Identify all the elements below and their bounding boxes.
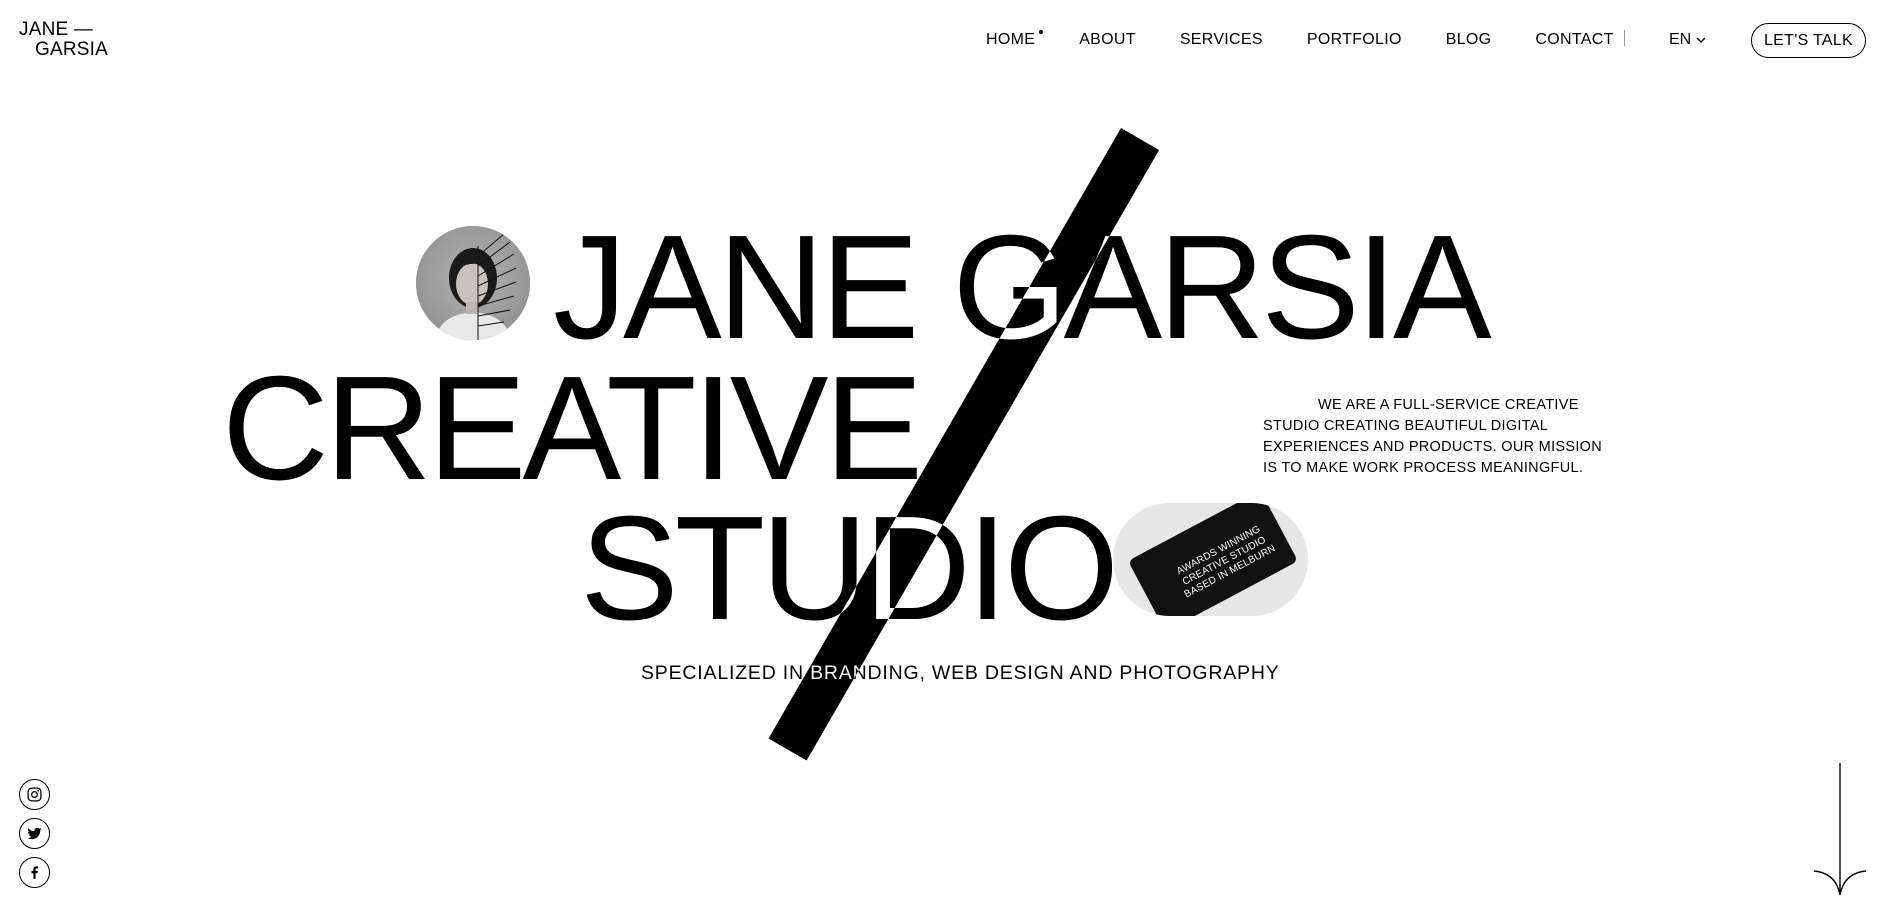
intro-paragraph: WE ARE A FULL-SERVICE CREATIVE STUDIO CR… xyxy=(1263,396,1603,476)
nav-item-about[interactable]: ABOUT xyxy=(1079,31,1136,49)
nav-item-contact[interactable]: CONTACT xyxy=(1535,31,1613,49)
hero-title-line-2: CREATIVE xyxy=(222,346,923,511)
card-text: AWARDS WINNING CREATIVE STUDIO BASED IN … xyxy=(1168,520,1282,603)
chevron-down-icon xyxy=(1696,37,1706,43)
instagram-icon xyxy=(27,787,42,802)
nav-item-services[interactable]: SERVICES xyxy=(1180,31,1263,49)
logo-line-2: GARSIA xyxy=(35,39,108,60)
instagram-link[interactable] xyxy=(19,779,50,810)
scroll-down-arrow[interactable] xyxy=(1812,763,1868,898)
lets-talk-button[interactable]: LET'S TALK xyxy=(1751,23,1866,58)
tagline: SPECIALIZED IN BRANDING, WEB DESIGN AND … xyxy=(641,662,1280,684)
logo[interactable]: JANE — GARSIA xyxy=(19,20,108,60)
nav-item-home[interactable]: HOME xyxy=(986,30,1044,49)
facebook-link[interactable] xyxy=(19,857,50,888)
arrow-down-icon xyxy=(1813,763,1867,896)
nav-item-blog[interactable]: BLOG xyxy=(1446,31,1492,49)
twitter-link[interactable] xyxy=(19,818,50,849)
facebook-icon xyxy=(31,866,38,879)
card-mockup: AWARDS WINNING CREATIVE STUDIO BASED IN … xyxy=(1128,503,1298,616)
nav-divider xyxy=(1624,30,1625,46)
main-nav: HOME ABOUT SERVICES PORTFOLIO BLOG CONTA… xyxy=(986,30,1658,49)
twitter-icon xyxy=(27,827,42,840)
nav-item-portfolio[interactable]: PORTFOLIO xyxy=(1307,31,1402,49)
language-label: EN xyxy=(1669,31,1692,48)
language-selector[interactable]: EN xyxy=(1669,31,1707,49)
logo-line-1: JANE — xyxy=(19,19,94,40)
featured-card-image: AWARDS WINNING CREATIVE STUDIO BASED IN … xyxy=(1113,503,1308,616)
portrait-image xyxy=(416,226,530,340)
